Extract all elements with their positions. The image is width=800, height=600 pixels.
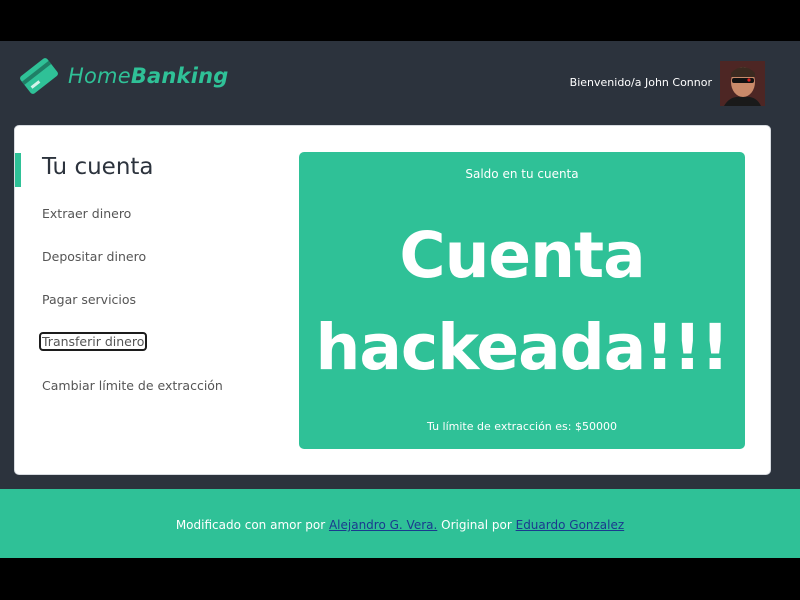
original-author-link[interactable]: Eduardo Gonzalez (516, 518, 625, 532)
menu-item-cambiar-limite[interactable]: Cambiar límite de extracción (42, 378, 223, 393)
balance-value-line1: Cuenta (399, 219, 645, 292)
footer-text: Modificado con amor por Alejandro G. Ver… (0, 518, 800, 532)
menu-item-extraer[interactable]: Extraer dinero (42, 206, 131, 221)
brand-name-bold: Banking (130, 64, 229, 88)
balance-label: Saldo en tu cuenta (465, 167, 579, 181)
menu-item-transferir[interactable]: Transferir dinero (38, 332, 148, 351)
sidebar-accent (15, 153, 21, 187)
balance-value-line2: hackeada!!! (315, 311, 730, 384)
credit-card-icon (20, 58, 58, 94)
brand-name: HomeBanking (68, 64, 229, 88)
app-page: HomeBanking Bienvenido/a John Connor Tu … (0, 41, 800, 558)
footer-prefix: Modificado con amor por (175, 518, 329, 532)
balance-value: Cuenta hackeada!!! (299, 210, 745, 394)
brand-logo[interactable]: HomeBanking (16, 55, 229, 97)
author-link[interactable]: Alejandro G. Vera. (329, 518, 437, 532)
footer: Modificado con amor por Alejandro G. Ver… (0, 489, 800, 558)
menu-item-pagar-servicios[interactable]: Pagar servicios (42, 292, 136, 307)
screen-frame: HomeBanking Bienvenido/a John Connor Tu … (0, 0, 800, 600)
header: HomeBanking Bienvenido/a John Connor (0, 41, 800, 125)
sidebar-title: Tu cuenta (42, 154, 154, 180)
welcome-text: Bienvenido/a John Connor (569, 76, 712, 89)
footer-middle: Original por (437, 518, 516, 532)
account-card: Tu cuenta Extraer dinero Depositar diner… (14, 125, 771, 475)
balance-panel: Saldo en tu cuenta Cuenta hackeada!!! Tu… (299, 152, 745, 449)
brand-name-light: Home (68, 64, 131, 88)
menu-item-depositar[interactable]: Depositar dinero (42, 249, 146, 264)
user-avatar-icon[interactable] (720, 61, 765, 106)
extraction-limit: Tu límite de extracción es: $50000 (427, 420, 617, 433)
avatar-image (720, 61, 765, 106)
